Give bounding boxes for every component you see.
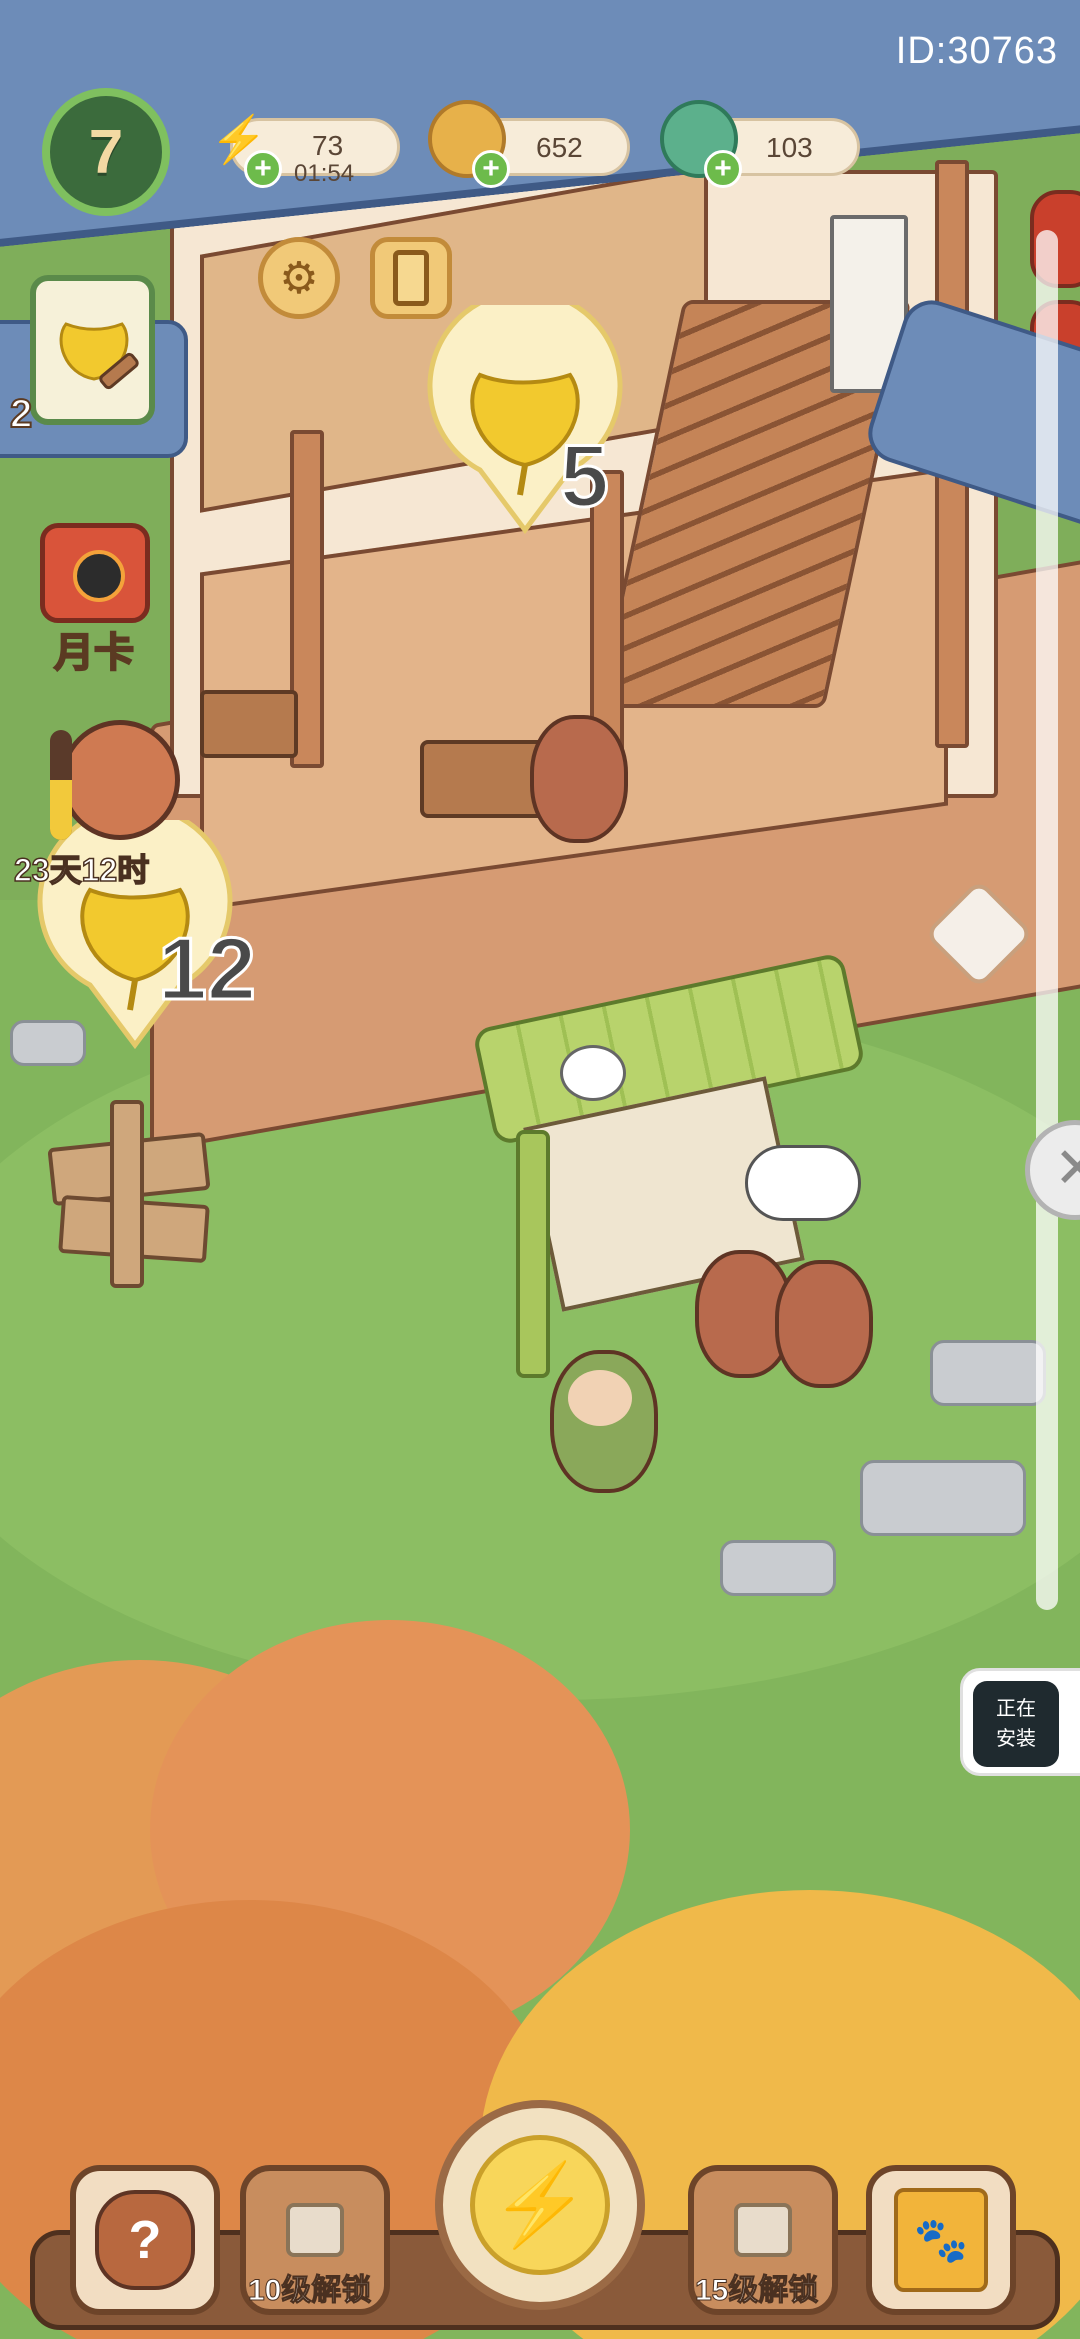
lock-icon <box>286 2203 344 2257</box>
installing-line2: 安装 <box>996 1728 1036 1750</box>
event-button[interactable]: 23天12时 <box>10 700 190 890</box>
energy-timer: 01:54 <box>294 160 355 187</box>
scroll-track[interactable] <box>1036 230 1058 1610</box>
lock2-label: 15级解锁 <box>694 2274 819 2308</box>
build-task-count: 2 <box>9 391 33 437</box>
stool <box>200 690 298 758</box>
coins-value: 652 <box>536 132 583 163</box>
event-progress-bar <box>50 730 72 840</box>
white-bird <box>560 1045 626 1101</box>
settings-button[interactable]: ⚙ <box>258 237 340 319</box>
energy-value: 73 <box>312 130 344 161</box>
collection-button[interactable]: 🐾 <box>866 2165 1016 2315</box>
lock1-label: 10级解锁 <box>247 2274 372 2308</box>
loft-ginkgo-count: 5 <box>559 425 611 527</box>
event-progress-fill <box>50 779 72 840</box>
player-level-badge[interactable]: 7 <box>42 88 170 216</box>
game-id: ID:30763 <box>895 30 1058 72</box>
jade-value: 103 <box>766 132 813 163</box>
stepping-stone <box>720 1540 836 1596</box>
add-jade-button[interactable]: + <box>704 150 742 188</box>
paw-book-icon: 🐾 <box>894 2188 988 2292</box>
monthly-card-button[interactable]: 月卡 <box>30 515 160 676</box>
wooden-signpost[interactable] <box>40 1100 211 1288</box>
ginkgo-hammer-icon <box>59 322 139 390</box>
monthly-card-label: 月卡 <box>53 630 135 676</box>
yard-ginkgo-count: 12 <box>157 918 258 1020</box>
close-icon: ✕ <box>1054 1136 1080 1199</box>
monthly-card-icon <box>40 523 150 623</box>
book-icon <box>393 250 429 306</box>
player-level: 7 <box>88 117 124 187</box>
stepping-stone <box>860 1460 1026 1536</box>
lock-icon <box>734 2203 792 2257</box>
add-energy-button[interactable]: + <box>244 150 282 188</box>
gear-icon: ⚙ <box>279 253 319 303</box>
thought-bubble <box>745 1145 861 1221</box>
red-panda-inside <box>520 705 630 855</box>
installing-line1: 正在 <box>996 1698 1036 1720</box>
center-energy-button[interactable]: ⚡ <box>435 2100 645 2310</box>
build-task-card[interactable] <box>30 275 155 425</box>
stepping-stone <box>930 1340 1046 1406</box>
lightning-icon: ⚡ <box>470 2135 610 2275</box>
red-panda-event-icon <box>60 720 180 840</box>
red-panda-visitor[interactable] <box>770 1250 873 1390</box>
event-time-left: 23天12时 <box>13 851 150 889</box>
cat-question-icon: ? <box>95 2190 195 2290</box>
installing-chip[interactable]: 正在 安装 <box>960 1668 1080 1776</box>
red-panda-player[interactable] <box>540 1340 680 1500</box>
help-button[interactable]: ? <box>70 2165 220 2315</box>
add-coins-button[interactable]: + <box>472 150 510 188</box>
loft-ginkgo-pin[interactable]: 5 <box>420 288 630 535</box>
installing-thumb: 正在 安装 <box>973 1681 1059 1767</box>
